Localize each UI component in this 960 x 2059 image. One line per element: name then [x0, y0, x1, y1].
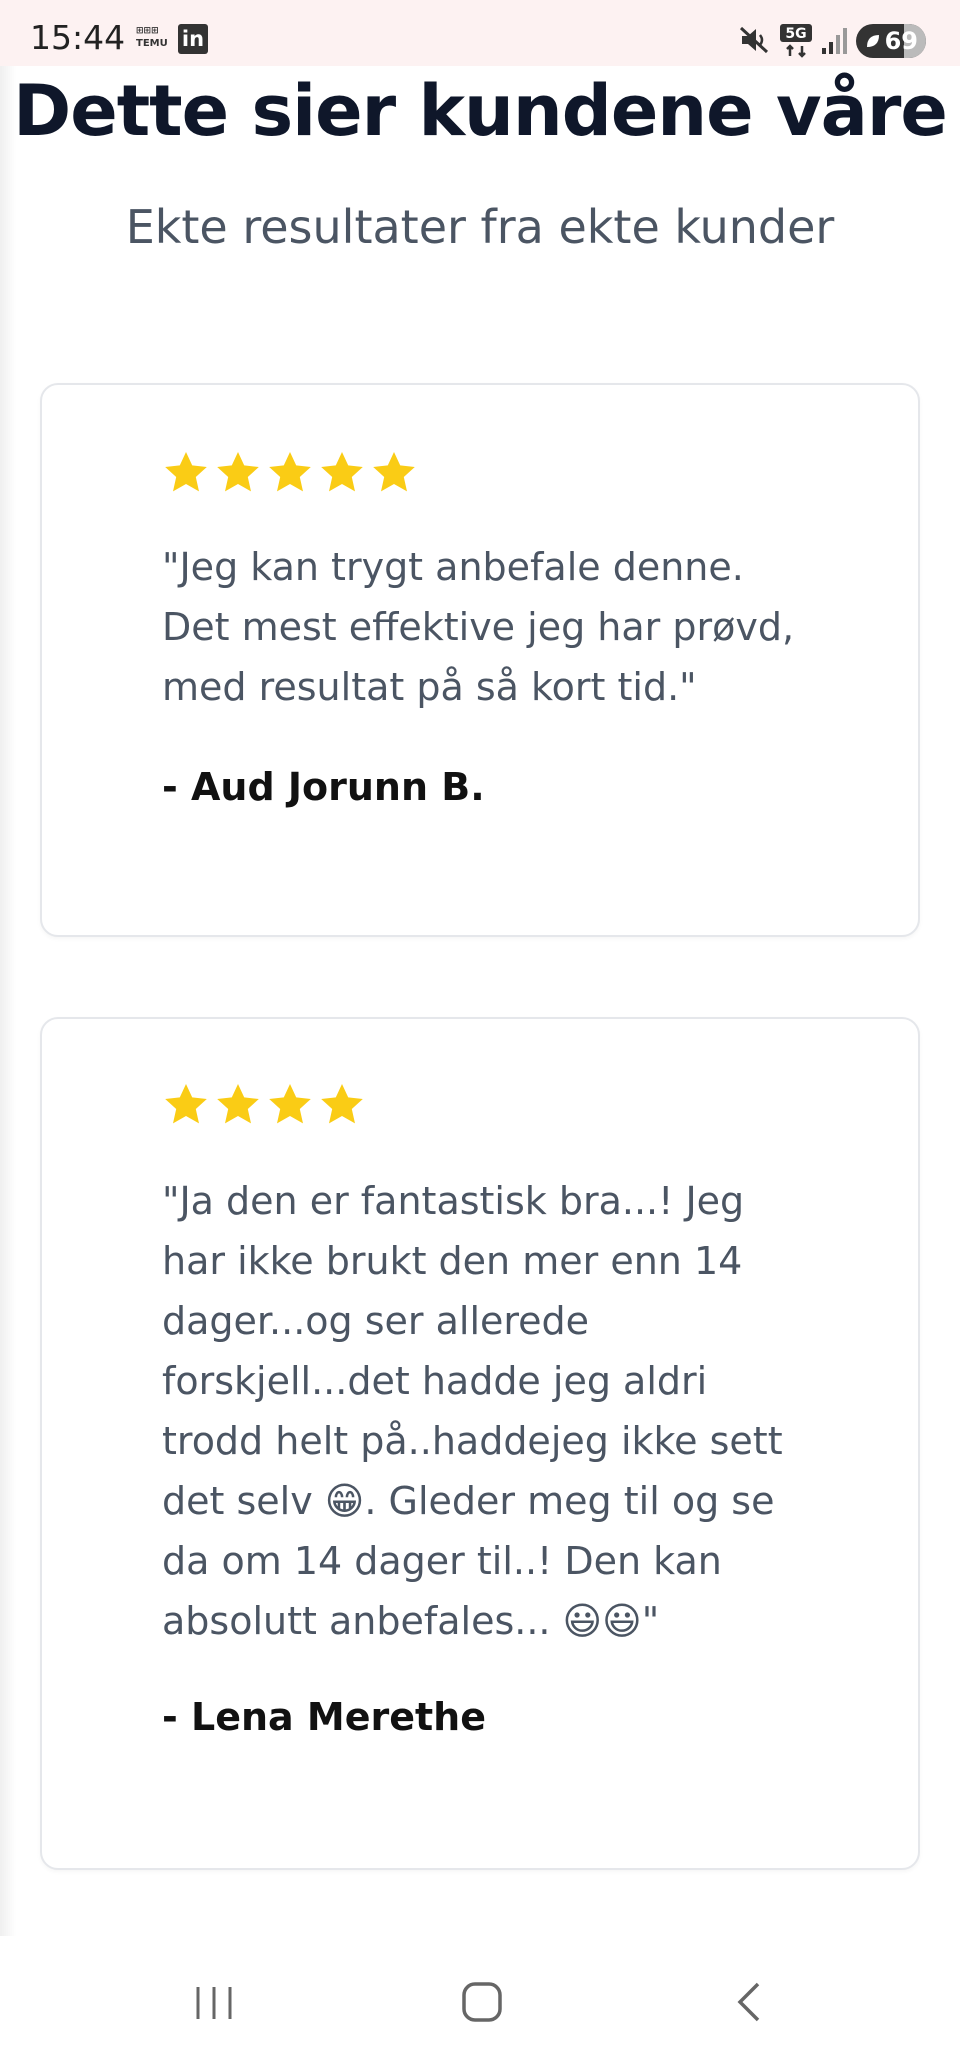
star-icon [269, 1084, 311, 1124]
network-label: 5G [785, 26, 806, 42]
testimonial-author: - Aud Jorunn B. [162, 765, 485, 809]
star-icon [321, 452, 363, 492]
star-icon [217, 1084, 259, 1124]
page-title: Dette sier kundene våre [13, 70, 948, 152]
testimonial-quote: "Ja den er fantastisk bra...! Jeg har ik… [162, 1179, 783, 1643]
status-time: 15:44 [30, 18, 126, 57]
battery-level: 69 [884, 27, 918, 55]
left-edge-shadow [0, 66, 16, 1936]
back-icon[interactable] [730, 1980, 770, 2024]
linkedin-notification-icon: in [178, 24, 208, 54]
navigation-bar [0, 1938, 960, 2059]
svg-text:⊞⊞⊞: ⊞⊞⊞ [136, 26, 159, 36]
star-icon [321, 1084, 363, 1124]
recent-apps-icon[interactable] [192, 1983, 236, 2023]
mute-icon [738, 24, 770, 56]
battery-icon: 69 [856, 24, 926, 58]
star-rating [162, 1081, 366, 1129]
temu-label: TEMU [136, 38, 168, 49]
testimonial-quote: "Jeg kan trygt anbefale denne. Det mest … [162, 545, 795, 709]
status-bar: 15:44 ⊞⊞⊞ TEMU in 5G 69 [0, 0, 960, 66]
testimonial-card: "Ja den er fantastisk bra...! Jeg har ik… [40, 1017, 920, 1870]
5g-icon: 5G [778, 22, 814, 58]
testimonial-card: "Jeg kan trygt anbefale denne. Det mest … [40, 383, 920, 937]
star-rating [162, 449, 418, 497]
page-subtitle: Ekte resultater fra ekte kunder [125, 200, 835, 254]
home-icon[interactable] [460, 1980, 504, 2024]
star-icon [269, 452, 311, 492]
star-icon [217, 452, 259, 492]
testimonial-author: - Lena Merethe [162, 1695, 487, 1739]
star-icon [373, 452, 415, 492]
signal-icon [820, 26, 850, 56]
star-icon [165, 1084, 207, 1124]
star-icon [165, 452, 207, 492]
temu-notification-icon: ⊞⊞⊞ TEMU [134, 22, 170, 50]
